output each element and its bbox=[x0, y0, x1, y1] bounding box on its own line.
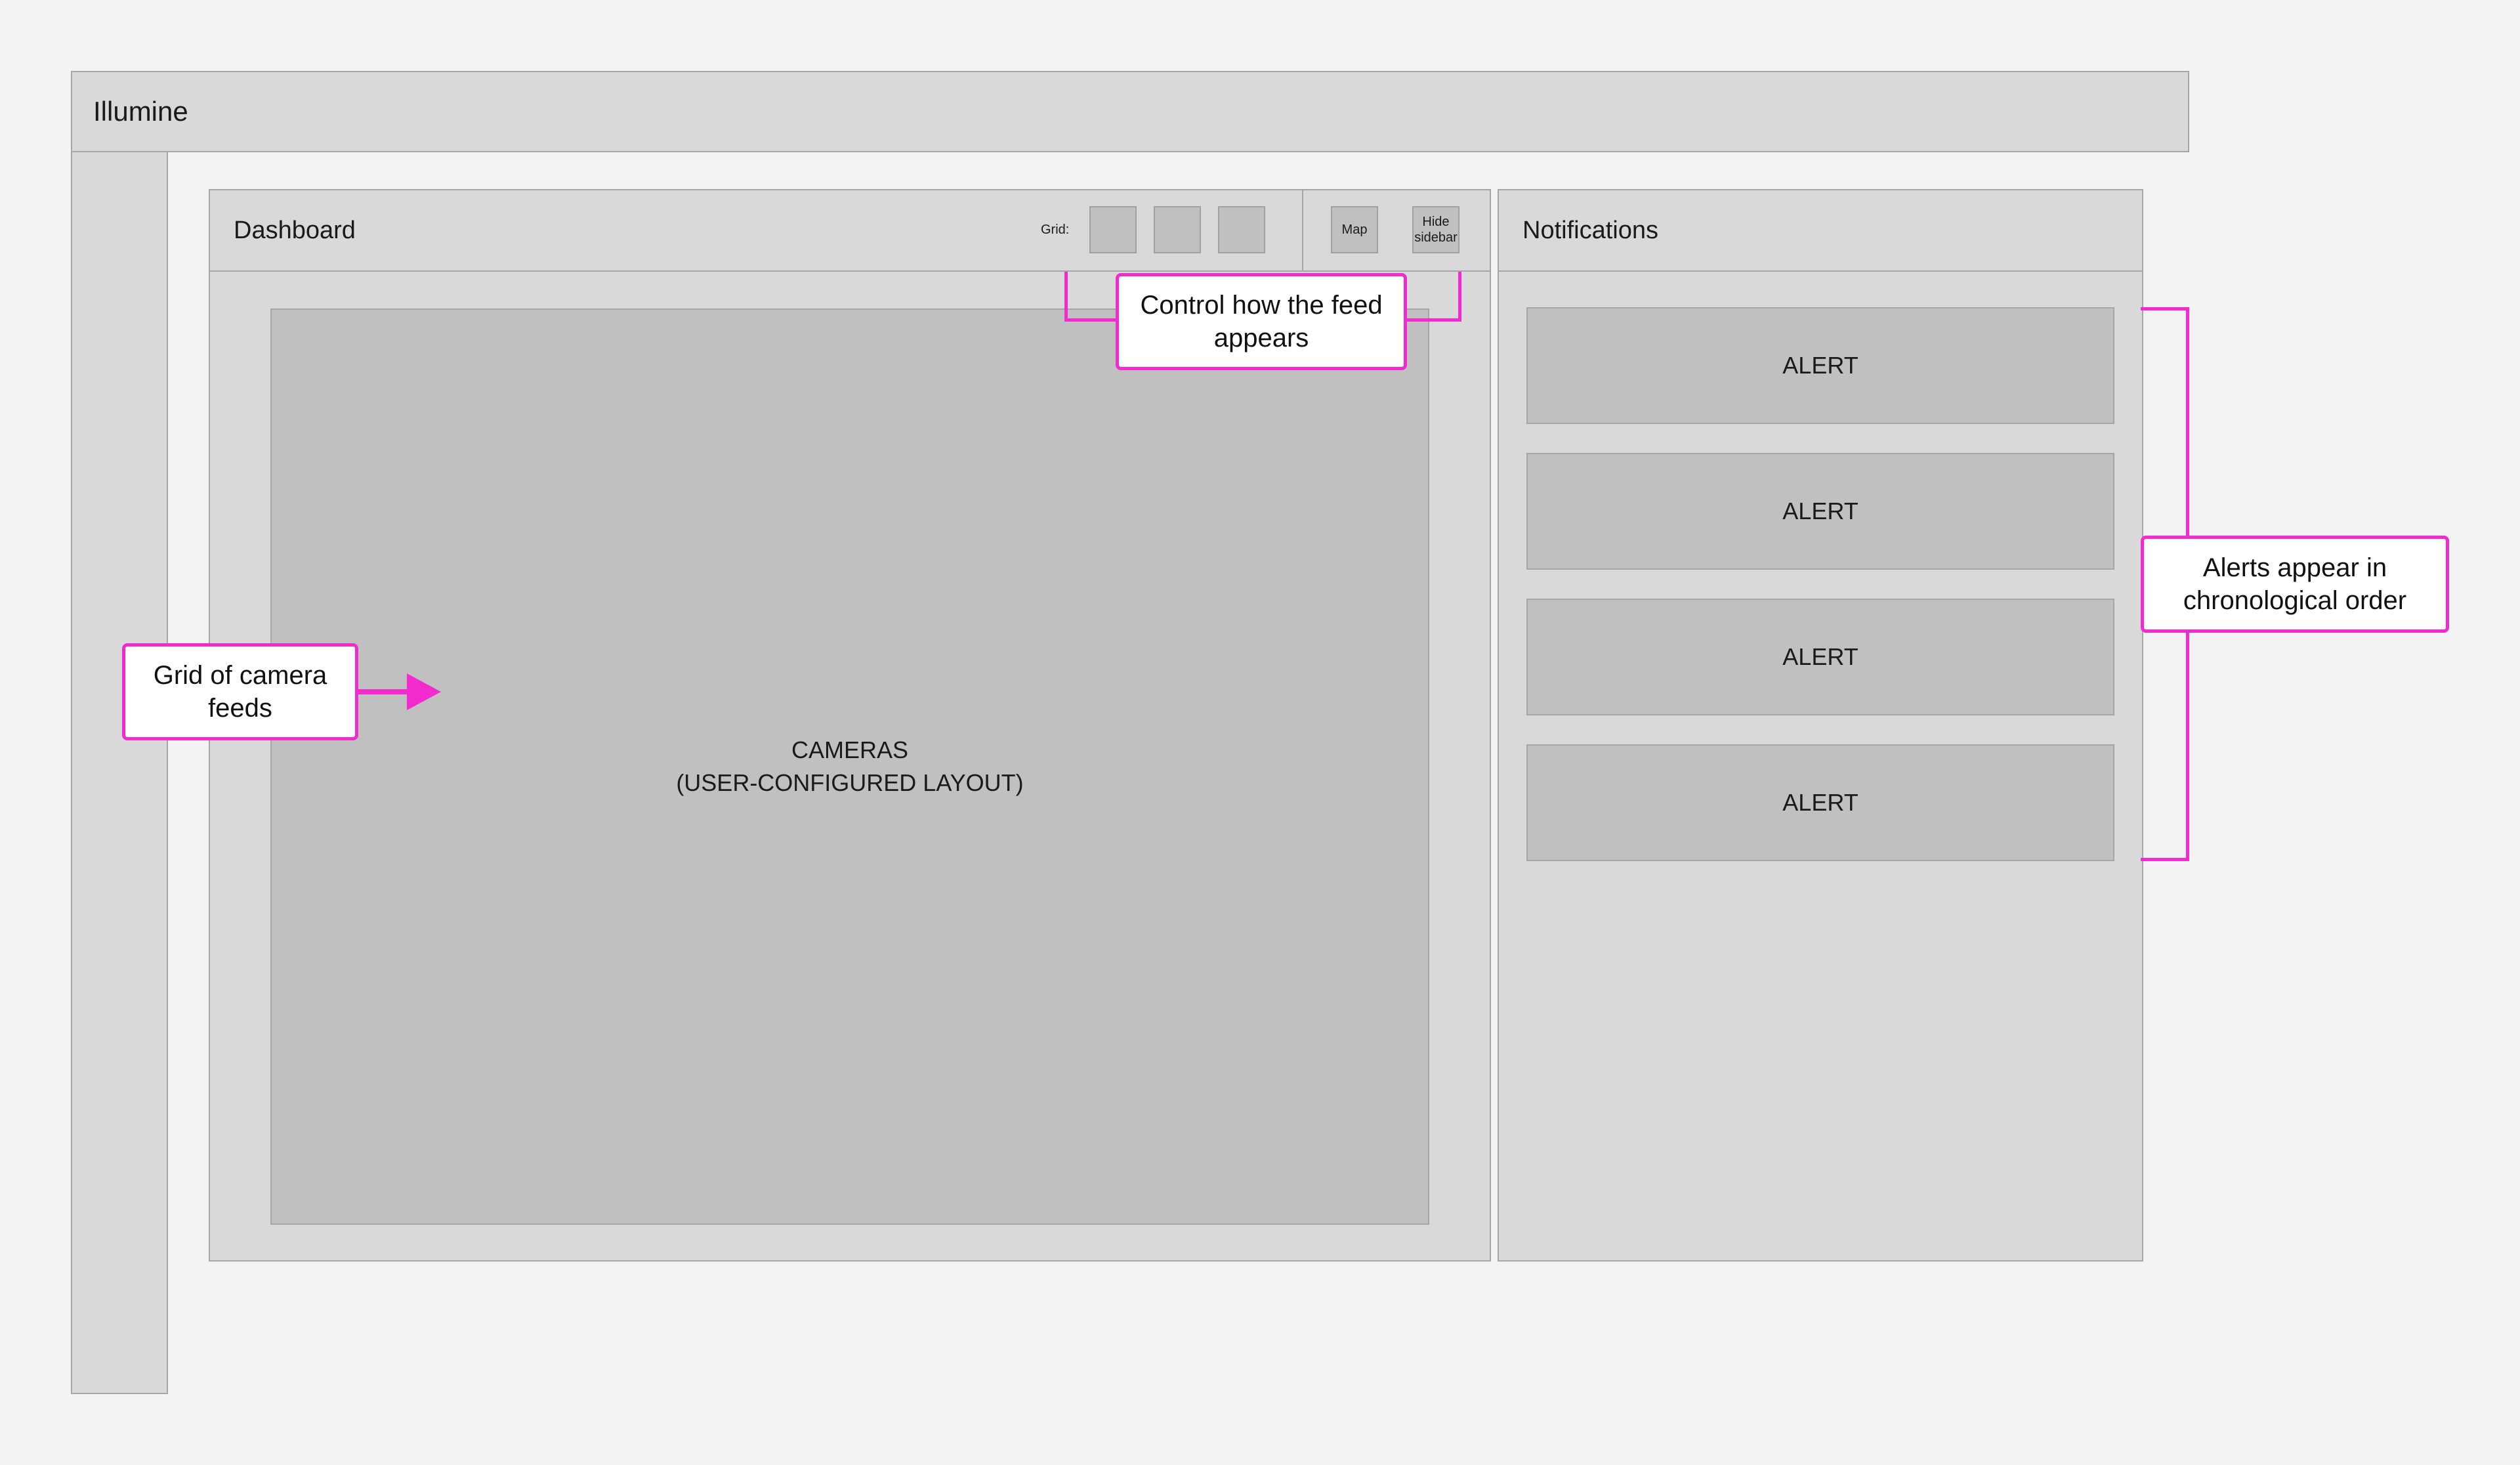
annotation-alerts-order: Alerts appear in chronological order bbox=[2141, 536, 2449, 633]
camera-grid-label: CAMERAS (USER-CONFIGURED LAYOUT) bbox=[676, 734, 1023, 799]
annotation-arrow-shaft bbox=[357, 689, 411, 694]
app-title-bar: Illumine bbox=[71, 71, 2189, 152]
annotation-alerts-order-text: Alerts appear in chronological order bbox=[2183, 553, 2407, 615]
notifications-header: Notifications bbox=[1498, 189, 2143, 272]
alert-label: ALERT bbox=[1782, 352, 1858, 379]
grid-layout-button-3[interactable] bbox=[1218, 206, 1265, 253]
app-title: Illumine bbox=[93, 96, 188, 127]
grid-layout-button-1[interactable] bbox=[1089, 206, 1137, 253]
alerts-bracket-top bbox=[2141, 307, 2189, 310]
grid-layout-button-2[interactable] bbox=[1154, 206, 1201, 253]
annotation-arrow-icon bbox=[407, 673, 441, 710]
annotation-bracket-left bbox=[1064, 272, 1068, 322]
annotation-bracket-right bbox=[1458, 272, 1461, 322]
header-divider bbox=[1302, 189, 1303, 272]
alert-item[interactable]: ALERT bbox=[1526, 599, 2114, 715]
annotation-bracket-left-foot bbox=[1064, 318, 1117, 322]
map-button-label: Map bbox=[1341, 223, 1368, 237]
camera-grid[interactable]: CAMERAS (USER-CONFIGURED LAYOUT) bbox=[270, 308, 1429, 1225]
annotation-control-feed-text: Control how the feed appears bbox=[1140, 291, 1383, 352]
alert-item[interactable]: ALERT bbox=[1526, 744, 2114, 861]
camera-grid-title: CAMERAS bbox=[791, 736, 908, 763]
left-sidebar bbox=[71, 152, 168, 1394]
hide-sidebar-button[interactable]: Hide sidebar bbox=[1412, 206, 1460, 253]
alerts-bracket-bottom bbox=[2141, 858, 2189, 861]
notifications-title: Notifications bbox=[1522, 216, 1658, 244]
alert-label: ALERT bbox=[1782, 498, 1858, 524]
grid-label: Grid: bbox=[1041, 223, 1070, 237]
annotation-bracket-right-foot bbox=[1404, 318, 1461, 322]
annotation-camera-grid-text: Grid of camera feeds bbox=[153, 661, 327, 723]
annotation-control-feed: Control how the feed appears bbox=[1116, 273, 1407, 370]
dashboard-header: Dashboard bbox=[209, 189, 1491, 272]
hide-sidebar-label: Hide sidebar bbox=[1414, 215, 1458, 245]
map-button[interactable]: Map bbox=[1331, 206, 1378, 253]
alert-item[interactable]: ALERT bbox=[1526, 307, 2114, 424]
alert-label: ALERT bbox=[1782, 643, 1858, 670]
alert-item[interactable]: ALERT bbox=[1526, 453, 2114, 570]
alert-label: ALERT bbox=[1782, 789, 1858, 816]
camera-grid-subtitle: (USER-CONFIGURED LAYOUT) bbox=[676, 769, 1024, 796]
annotation-camera-grid: Grid of camera feeds bbox=[122, 643, 358, 740]
dashboard-title: Dashboard bbox=[234, 216, 356, 244]
